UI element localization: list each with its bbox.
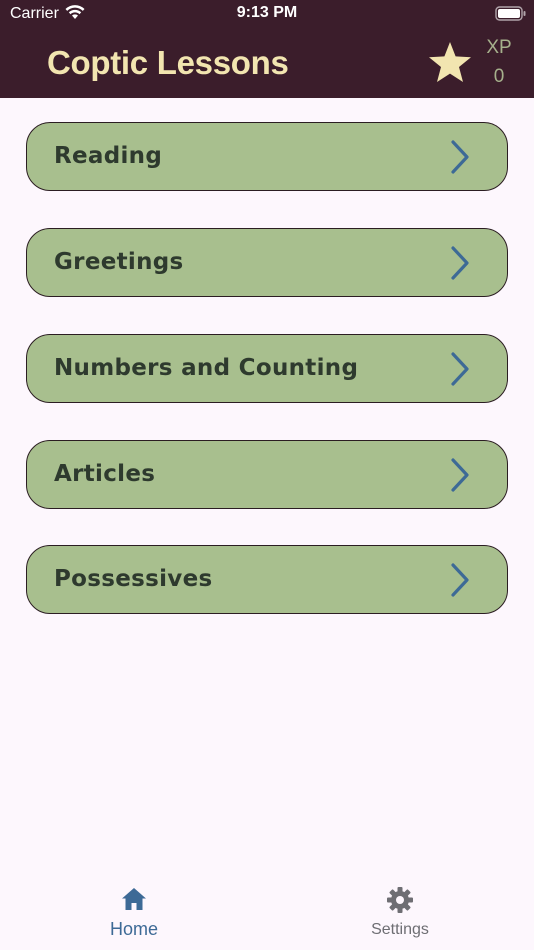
lesson-label: Greetings: [54, 249, 184, 275]
tab-label: Settings: [371, 921, 429, 938]
lesson-button-reading[interactable]: Reading: [26, 122, 508, 191]
tab-home[interactable]: Home: [64, 872, 204, 950]
battery-icon: [495, 6, 527, 26]
star-icon: [427, 40, 473, 88]
tab-settings[interactable]: Settings: [330, 872, 470, 950]
lesson-label: Reading: [54, 143, 163, 169]
lesson-button-greetings[interactable]: Greetings: [26, 228, 508, 297]
chevron-right-icon: [449, 351, 471, 391]
chevron-right-icon: [449, 139, 471, 179]
xp-value: 0: [493, 66, 505, 87]
header-bar: Carrier 9:13 PM Coptic Lessons XP 0: [0, 0, 534, 98]
tab-bar: Home Settings: [0, 872, 534, 950]
page-title: Coptic Lessons: [47, 44, 289, 81]
lesson-button-possessives[interactable]: Possessives: [26, 545, 508, 614]
chevron-right-icon: [449, 457, 471, 497]
xp-label: XP: [486, 37, 512, 58]
status-time: 9:13 PM: [236, 4, 298, 21]
lesson-button-articles[interactable]: Articles: [26, 440, 508, 509]
lesson-label: Possessives: [54, 566, 213, 592]
chevron-right-icon: [449, 245, 471, 285]
home-icon: [120, 886, 148, 916]
lesson-label: Articles: [54, 461, 156, 487]
lesson-button-numbers-and-counting[interactable]: Numbers and Counting: [26, 334, 508, 403]
gear-icon: [386, 886, 414, 918]
chevron-right-icon: [449, 562, 471, 602]
app-screen: Carrier 9:13 PM Coptic Lessons XP 0 Read…: [0, 0, 534, 950]
status-bar: Carrier 9:13 PM: [0, 0, 534, 28]
lesson-label: Numbers and Counting: [54, 355, 359, 381]
tab-label: Home: [109, 919, 158, 939]
